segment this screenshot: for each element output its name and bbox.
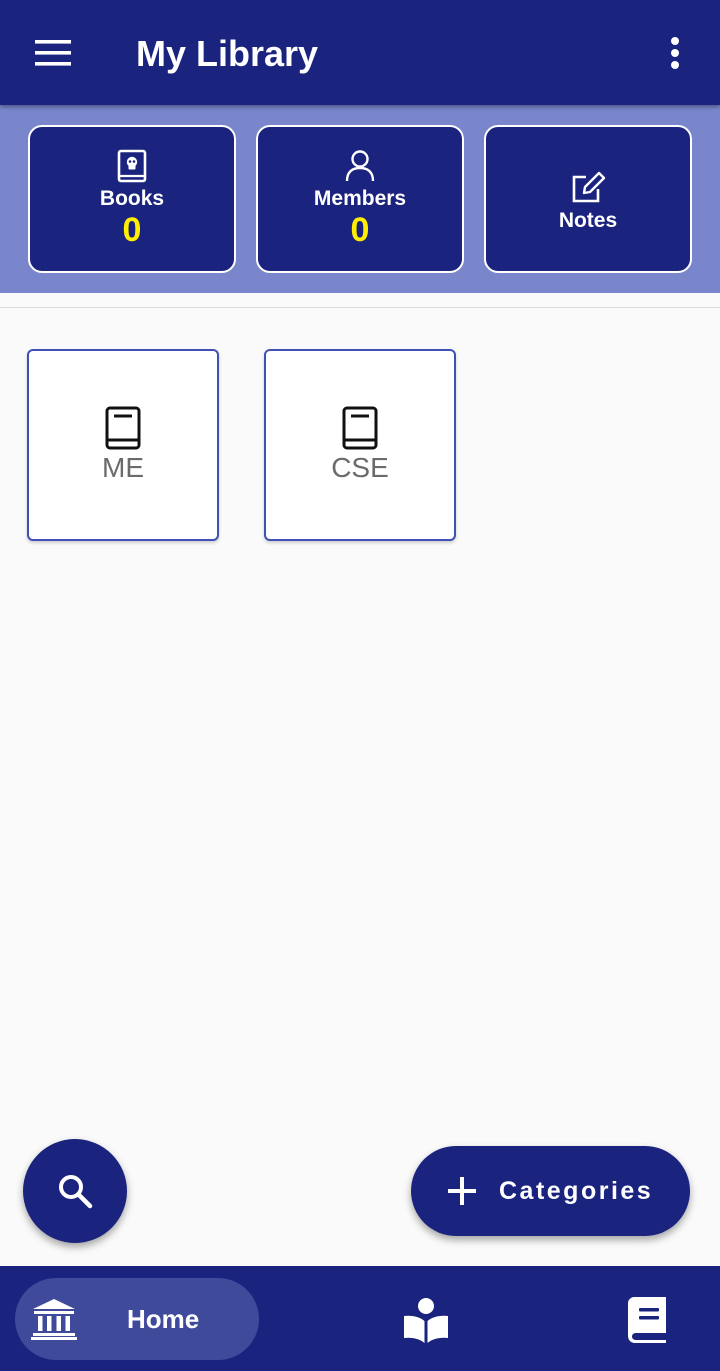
divider xyxy=(0,307,720,308)
members-stat-label: Members xyxy=(313,187,407,210)
category-card-cse[interactable]: CSE xyxy=(264,349,456,541)
more-options-button[interactable] xyxy=(650,30,700,76)
reader-icon xyxy=(404,1298,448,1343)
nav-item-books[interactable] xyxy=(620,1292,676,1348)
more-vert-icon xyxy=(671,37,679,69)
search-icon xyxy=(59,1175,93,1209)
members-stat-card[interactable]: Members 0 xyxy=(256,125,464,273)
page-title: My Library xyxy=(136,33,319,74)
stats-band: Books 0 Members 0 Notes xyxy=(0,105,720,293)
add-category-label: Categories xyxy=(499,1176,654,1205)
bottom-nav: Home xyxy=(0,1266,720,1371)
plus-icon xyxy=(448,1177,476,1205)
books-stat-value: 0 xyxy=(122,211,142,249)
nav-item-reader[interactable] xyxy=(396,1292,456,1348)
nav-item-home[interactable]: Home xyxy=(15,1278,259,1360)
app-bar: My Library xyxy=(0,0,720,105)
category-label: CSE xyxy=(331,452,389,483)
category-label: ME xyxy=(102,452,144,483)
category-card-me[interactable]: ME xyxy=(27,349,219,541)
books-stat-card[interactable]: Books 0 xyxy=(28,125,236,273)
book-icon xyxy=(105,406,141,450)
book-skull-icon xyxy=(117,149,147,183)
person-icon xyxy=(345,150,375,182)
menu-button[interactable] xyxy=(26,30,80,76)
notes-stat-label: Notes xyxy=(558,209,618,232)
members-stat-value: 0 xyxy=(350,211,370,249)
book-icon xyxy=(628,1297,666,1343)
library-building-icon xyxy=(31,1298,77,1340)
book-icon xyxy=(342,406,378,450)
add-category-button[interactable]: Categories xyxy=(411,1146,690,1236)
notes-stat-card[interactable]: Notes xyxy=(484,125,692,273)
search-button[interactable] xyxy=(23,1139,127,1243)
books-stat-label: Books xyxy=(99,187,165,210)
menu-icon xyxy=(35,40,71,66)
edit-note-icon xyxy=(572,171,606,203)
nav-home-label: Home xyxy=(127,1303,200,1334)
